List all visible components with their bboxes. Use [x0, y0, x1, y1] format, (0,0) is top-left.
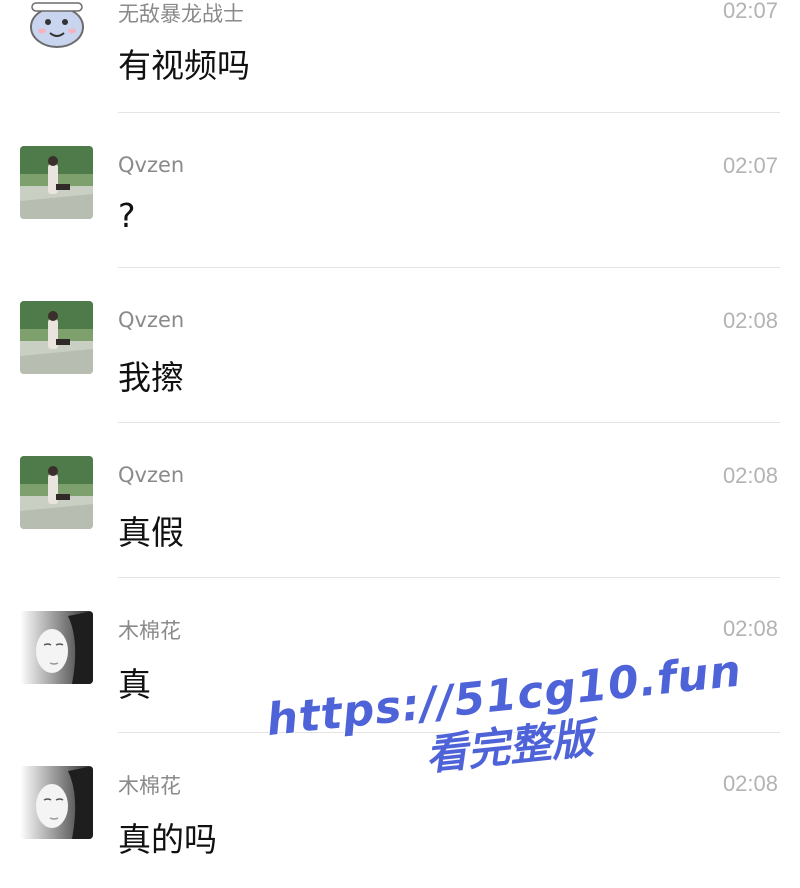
message-text[interactable]: ?: [118, 196, 136, 235]
sender-name: 木棉花: [118, 619, 181, 643]
chat-message: 无敌暴龙战士 02:07 有视频吗: [0, 0, 800, 113]
message-time: 02:08: [722, 463, 778, 488]
sender-name: Qvzen: [118, 308, 185, 332]
woman-portrait-avatar[interactable]: [20, 766, 93, 839]
message-text[interactable]: 有视频吗: [118, 39, 250, 87]
message-time: 02:08: [722, 771, 778, 796]
sender-name: Qvzen: [118, 463, 185, 487]
message-time: 02:08: [722, 308, 778, 333]
chat-message: Qvzen 02:07 ?: [0, 113, 800, 268]
garden-photo-avatar[interactable]: [20, 456, 93, 529]
chat-message-list: 无敌暴龙战士 02:07 有视频吗 Qvzen 02:07 ? Qvzen 02…: [0, 0, 800, 859]
message-time: 02:08: [722, 616, 778, 641]
woman-portrait-avatar[interactable]: [20, 611, 93, 684]
message-time: 02:07: [722, 0, 778, 23]
chat-message: 木棉花 02:08 真的吗: [0, 733, 800, 888]
garden-photo-avatar[interactable]: [20, 301, 93, 374]
message-text[interactable]: 真: [118, 658, 151, 706]
message-text[interactable]: 真假: [118, 506, 184, 554]
chat-message: Qvzen 02:08 我擦: [0, 268, 800, 423]
cartoon-dinosaur-avatar[interactable]: [20, 0, 93, 54]
sender-name: Qvzen: [118, 153, 185, 177]
message-time: 02:07: [722, 153, 778, 178]
chat-message: 木棉花 02:08 真: [0, 578, 800, 733]
message-text[interactable]: 我擦: [118, 351, 184, 399]
message-text[interactable]: 真的吗: [118, 813, 217, 861]
garden-photo-avatar[interactable]: [20, 146, 93, 219]
sender-name: 木棉花: [118, 774, 181, 798]
sender-name: 无敌暴龙战士: [118, 2, 244, 26]
chat-message: Qvzen 02:08 真假: [0, 423, 800, 578]
